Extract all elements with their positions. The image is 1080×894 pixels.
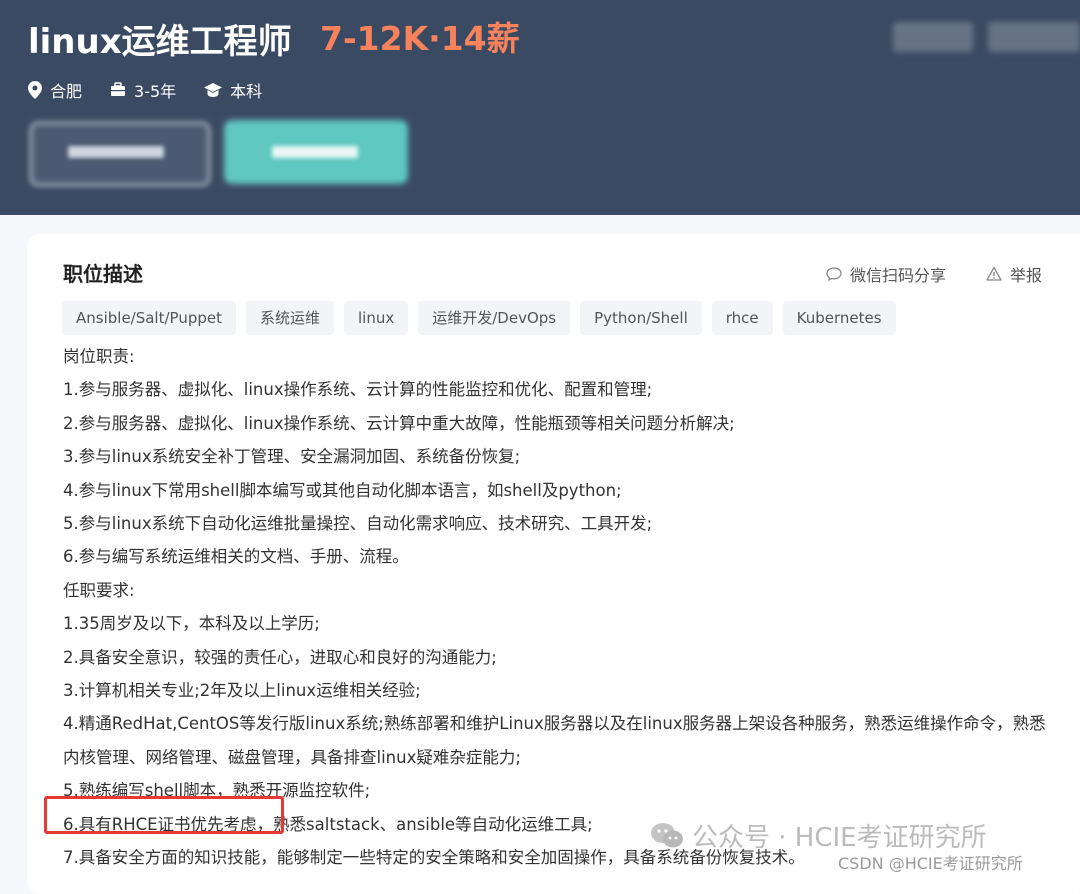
- description-line: 4.精通RedHat,CentOS等发行版linux系统;熟练部署和维护Linu…: [63, 714, 1046, 767]
- location-text: 合肥: [50, 82, 83, 101]
- requirements-heading: 任职要求:: [63, 580, 135, 600]
- skill-tag[interactable]: 运维开发/DevOps: [418, 301, 571, 335]
- description-line: 3.参与linux系统安全补丁管理、安全漏洞加固、系统备份恢复;: [63, 447, 521, 467]
- skill-tag[interactable]: 系统运维: [245, 301, 334, 335]
- duties-heading: 岗位职责:: [63, 347, 135, 366]
- wechat-share-link[interactable]: 微信扫码分享: [826, 262, 946, 286]
- report-label: 举报: [1010, 266, 1043, 285]
- experience-meta: 3-5年: [110, 78, 176, 102]
- wechat-watermark: 公众号 · HCIE考证研究所: [650, 817, 987, 854]
- job-title: linux运维工程师: [28, 22, 292, 62]
- education-meta: 本科: [204, 78, 262, 102]
- skill-tag[interactable]: Python/Shell: [580, 301, 702, 335]
- location-meta: 合肥: [28, 78, 82, 102]
- wechat-watermark-text: 公众号 · HCIE考证研究所: [692, 823, 987, 853]
- job-description-text: 岗位职责: 1.参与服务器、虚拟化、linux操作系统、云计算的性能监控和优化、…: [63, 340, 1048, 875]
- skill-tag[interactable]: Ansible/Salt/Puppet: [62, 301, 236, 335]
- experience-text: 3-5年: [134, 82, 177, 101]
- blurred-label: [272, 146, 358, 158]
- skill-tags: Ansible/Salt/Puppet 系统运维 linux 运维开发/DevO…: [62, 301, 906, 335]
- education-text: 本科: [230, 82, 263, 101]
- description-line: 1.参与服务器、虚拟化、linux操作系统、云计算的性能监控和优化、配置和管理;: [63, 380, 653, 400]
- description-line: 1.35周岁及以下，本科及以上学历;: [63, 614, 320, 634]
- job-meta: 合肥 3-5年 本科: [28, 78, 290, 102]
- description-line: 5.参与linux系统下自动化运维批量操控、自动化需求响应、技术研究、工具开发;: [63, 514, 653, 534]
- job-header: linux运维工程师 7-12K·14薪 合肥 3-5年 本科: [0, 0, 1080, 215]
- salary: 7-12K·14薪: [320, 19, 520, 58]
- csdn-watermark: CSDN @HCIE考证研究所: [838, 854, 1023, 873]
- wechat-icon: [651, 822, 683, 847]
- briefcase-icon: [111, 82, 126, 96]
- section-title: 职位描述: [63, 262, 143, 286]
- description-line: 2.参与服务器、虚拟化、linux操作系统、云计算中重大故障，性能瓶颈等相关问题…: [63, 413, 735, 433]
- description-line: 4.参与linux下常用shell脚本编写或其他自动化脚本语言，如shell及p…: [63, 480, 622, 500]
- graduation-cap-icon: [204, 83, 223, 97]
- blurred-label: [68, 146, 164, 158]
- rhce-highlight-annotation: [44, 796, 284, 834]
- share-label: 微信扫码分享: [850, 266, 947, 285]
- skill-tag[interactable]: rhce: [711, 301, 773, 335]
- description-line: 2.具备安全意识，较强的责任心，进取心和良好的沟通能力;: [63, 647, 497, 667]
- warning-icon: [986, 266, 1002, 281]
- blurred-action-2[interactable]: [988, 22, 1080, 52]
- report-link[interactable]: 举报: [986, 262, 1042, 286]
- skill-tag[interactable]: Kubernetes: [782, 301, 896, 335]
- blurred-action-1[interactable]: [893, 22, 973, 52]
- chat-bubble-icon: [826, 267, 842, 282]
- skill-tag[interactable]: linux: [344, 301, 409, 335]
- description-line: 6.参与编写系统运维相关的文档、手册、流程。: [63, 547, 409, 567]
- description-line: 3.计算机相关专业;2年及以上linux运维相关经验;: [63, 681, 421, 701]
- location-pin-icon: [28, 81, 42, 99]
